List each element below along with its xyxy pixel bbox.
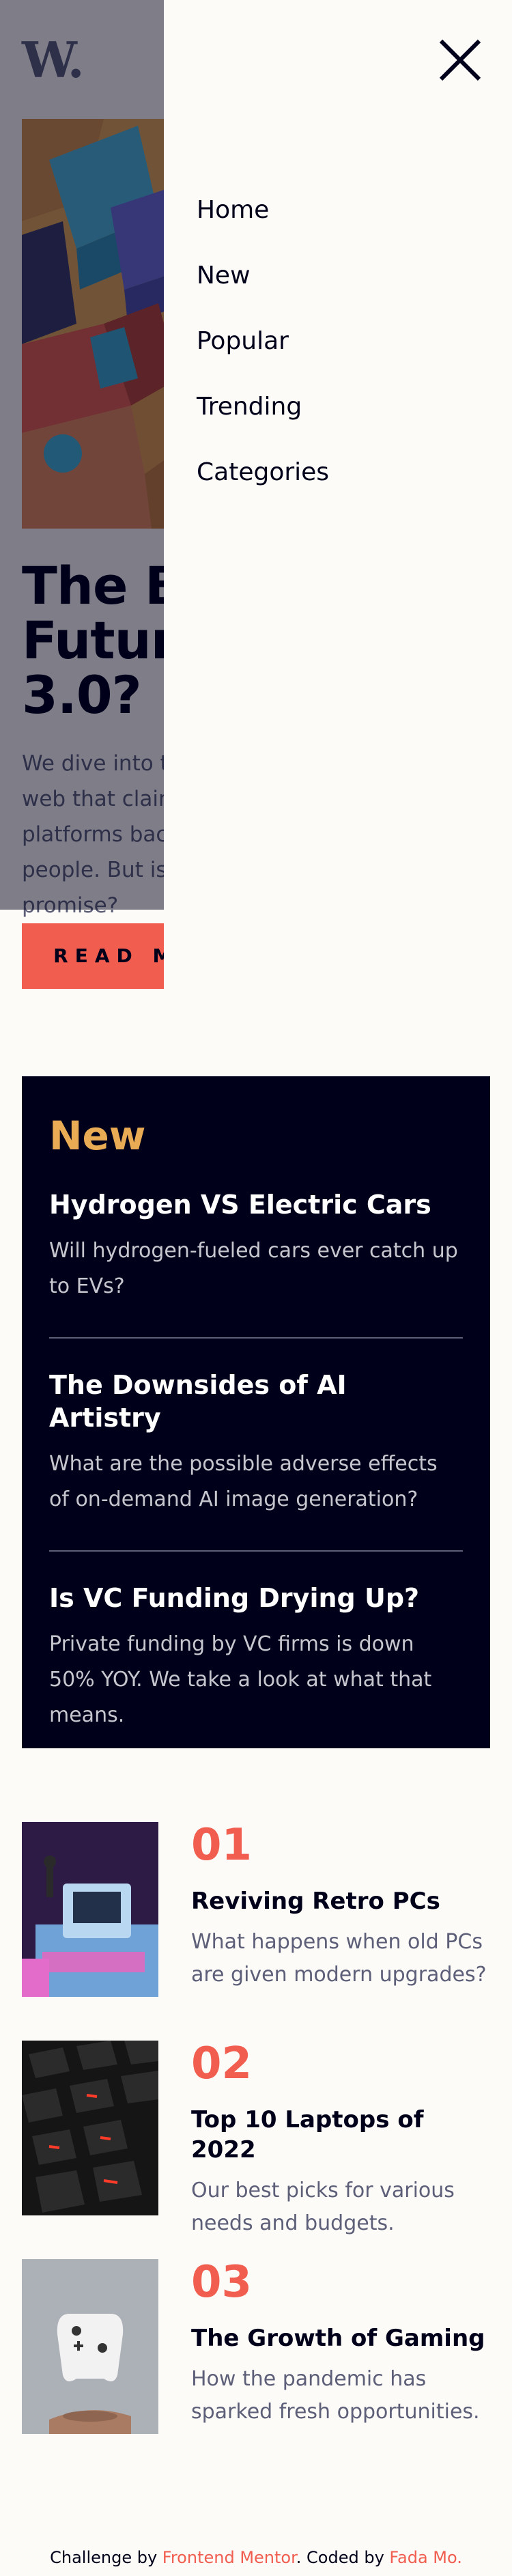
retro-pc-image bbox=[22, 1822, 158, 1997]
frontend-mentor-link[interactable]: Frontend Mentor bbox=[162, 2548, 296, 2567]
nav-item-categories[interactable]: Categories bbox=[197, 456, 329, 489]
new-articles-section: New Hydrogen VS Electric Cars Will hydro… bbox=[22, 1076, 490, 1748]
ranked-article: 01 Reviving Retro PCs What happens when … bbox=[22, 1822, 490, 1997]
ranked-description: What happens when old PCs are given mode… bbox=[191, 1930, 487, 1987]
ranked-number: 01 bbox=[191, 1820, 253, 1871]
ranked-description: Our best picks for various needs and bud… bbox=[191, 2179, 455, 2235]
nav-item-home[interactable]: Home bbox=[197, 194, 329, 227]
nav-item-popular[interactable]: Popular bbox=[197, 325, 329, 358]
ranked-description: How the pandemic has sparked fresh oppor… bbox=[191, 2367, 480, 2424]
ranked-number: 02 bbox=[191, 2039, 253, 2089]
nav-item-trending[interactable]: Trending bbox=[197, 391, 329, 423]
footer-attribution: Challenge by Frontend Mentor. Coded by F… bbox=[0, 2547, 512, 2568]
ranked-article-text: 02 Top 10 Laptops of 2022 Our best picks… bbox=[191, 2041, 490, 2240]
ranked-article: 02 Top 10 Laptops of 2022 Our best picks… bbox=[22, 2041, 490, 2235]
nav-list: Home New Popular Trending Categories bbox=[197, 194, 329, 522]
new-article-title[interactable]: Hydrogen VS Electric Cars bbox=[49, 1188, 463, 1221]
new-article-title[interactable]: Is VC Funding Drying Up? bbox=[49, 1582, 463, 1614]
nav-item-new[interactable]: New bbox=[197, 260, 329, 292]
ranked-number: 03 bbox=[191, 2257, 253, 2308]
ranked-article-text: 01 Reviving Retro PCs What happens when … bbox=[191, 1822, 490, 1991]
new-article-title[interactable]: The Downsides of AI Artistry bbox=[49, 1369, 463, 1434]
game-controller-image bbox=[22, 2259, 158, 2434]
ranked-title[interactable]: Top 10 Laptops of 2022 bbox=[191, 2105, 490, 2165]
ranked-article: 03 The Growth of Gaming How the pandemic… bbox=[22, 2259, 490, 2434]
footer-prefix: Challenge by bbox=[50, 2548, 162, 2567]
new-section-heading: New bbox=[49, 1112, 146, 1159]
new-article-item: The Downsides of AI Artistry What are th… bbox=[49, 1369, 463, 1552]
footer-middle: . Coded by bbox=[296, 2548, 390, 2567]
ranked-article-text: 03 The Growth of Gaming How the pandemic… bbox=[191, 2259, 490, 2428]
laptop-keyboard-image bbox=[22, 2041, 158, 2215]
new-article-description: Will hydrogen-fueled cars ever catch up … bbox=[49, 1239, 458, 1298]
new-article-item: Is VC Funding Drying Up? Private funding… bbox=[49, 1582, 463, 1733]
author-link[interactable]: Fada Mo. bbox=[389, 2548, 461, 2567]
ranked-title[interactable]: The Growth of Gaming bbox=[191, 2323, 490, 2353]
new-article-description: Private funding by VC firms is down 50% … bbox=[49, 1632, 432, 1727]
close-icon[interactable] bbox=[438, 38, 482, 82]
ranked-title[interactable]: Reviving Retro PCs bbox=[191, 1886, 490, 1916]
new-article-description: What are the possible adverse effects of… bbox=[49, 1452, 438, 1511]
new-article-item: Hydrogen VS Electric Cars Will hydrogen-… bbox=[49, 1188, 463, 1339]
